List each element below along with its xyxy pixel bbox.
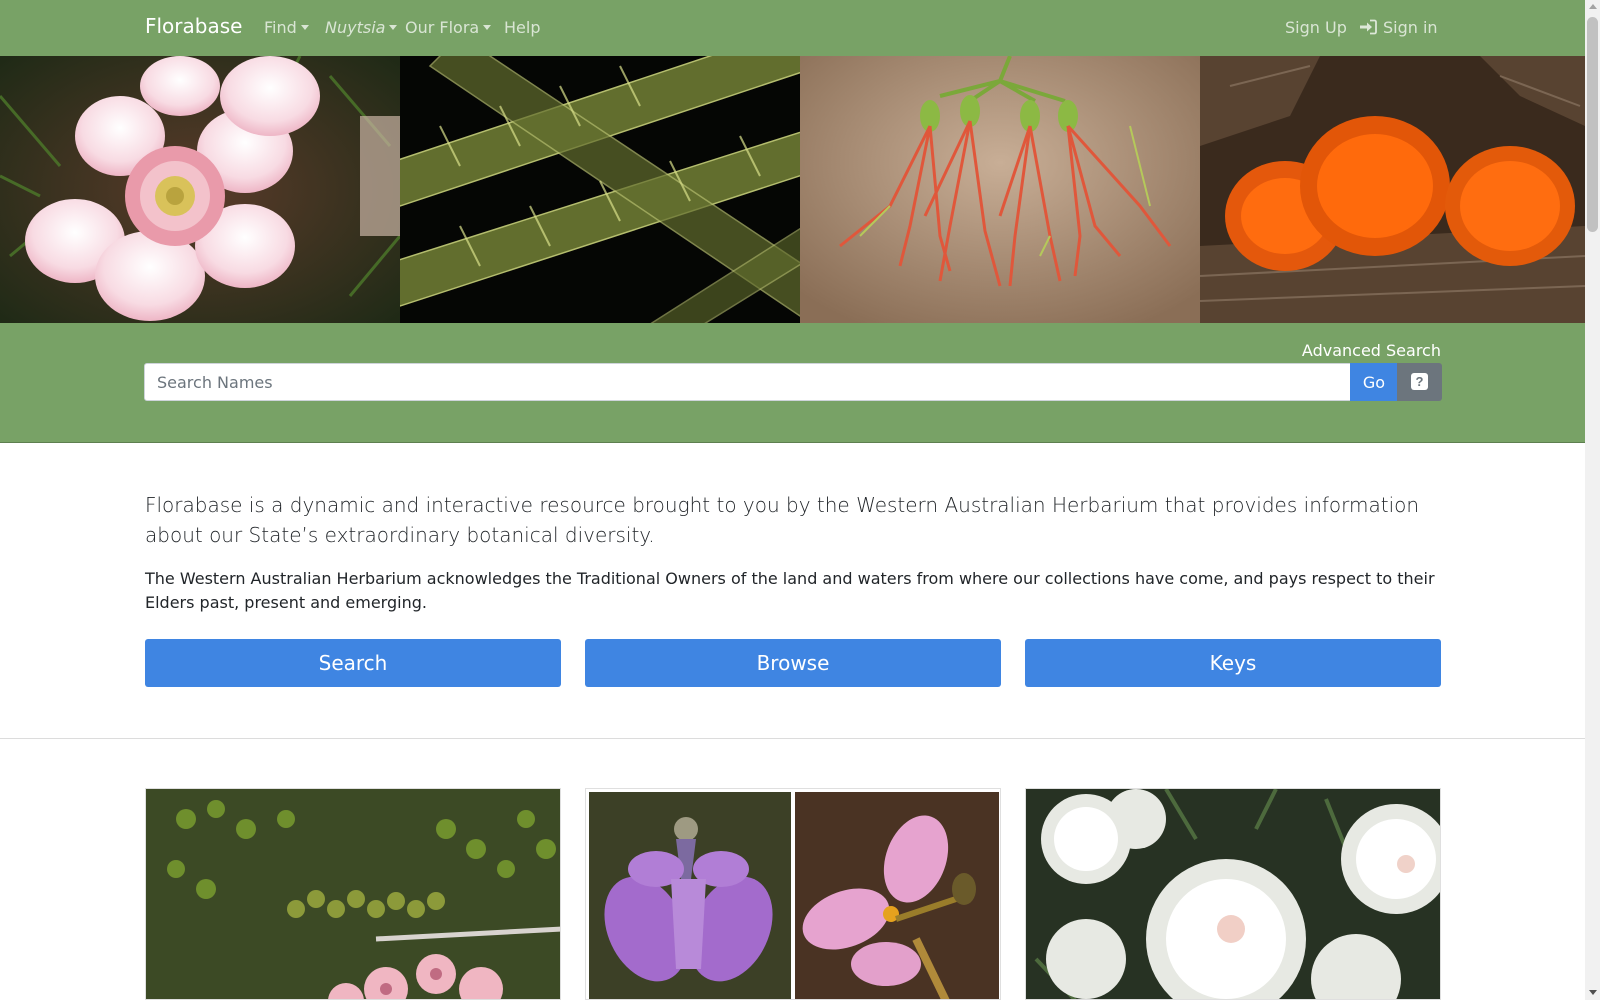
search-button[interactable]: Search — [145, 639, 561, 687]
scrollbar-thumb[interactable] — [1587, 17, 1598, 232]
nav-nuytsia-label: Nuytsia — [325, 18, 386, 37]
acknowledgement-text: The Western Australian Herbarium acknowl… — [145, 569, 1435, 612]
hero-image-red-hanging-flowers — [800, 56, 1200, 323]
feature-image-white-flowers — [1026, 789, 1440, 999]
nav-find-dropdown[interactable]: Find — [264, 18, 309, 37]
feature-image-purple-orchids — [586, 789, 1000, 999]
caret-down-icon — [389, 25, 398, 30]
section-divider — [0, 738, 1585, 739]
keys-button[interactable]: Keys — [1025, 639, 1441, 687]
nav-nuytsia-dropdown[interactable]: Nuytsia — [325, 18, 398, 37]
search-band: Advanced Search Go ? — [0, 323, 1585, 443]
search-help-button[interactable]: ? — [1397, 363, 1442, 401]
nav-our-flora-label: Our Flora — [405, 18, 480, 37]
feature-image-green-leaves-pink-flowers — [146, 789, 560, 999]
question-square-icon: ? — [1411, 373, 1428, 390]
feature-card-1[interactable] — [145, 788, 561, 1000]
sign-in-label: Sign in — [1383, 18, 1438, 37]
top-navbar: Florabase Find Nuytsia Our Flora Help Si… — [0, 0, 1585, 56]
feature-card-3[interactable] — [1025, 788, 1441, 1000]
hero-banner — [0, 56, 1585, 323]
hero-image-algae-filaments — [400, 56, 800, 323]
nav-our-flora-dropdown[interactable]: Our Flora — [405, 18, 492, 37]
brand-logo-link[interactable]: Florabase — [145, 14, 242, 38]
sign-in-link[interactable]: Sign in — [1359, 18, 1438, 37]
go-button[interactable]: Go — [1350, 363, 1398, 401]
hero-image-pink-flower — [0, 56, 400, 323]
nav-help-link[interactable]: Help — [504, 18, 540, 37]
hero-image-orange-fungi — [1200, 56, 1585, 323]
browse-button[interactable]: Browse — [585, 639, 1001, 687]
sign-in-icon — [1360, 19, 1377, 35]
sign-up-link[interactable]: Sign Up — [1285, 18, 1347, 37]
feature-card-2[interactable] — [585, 788, 1001, 1000]
advanced-search-link[interactable]: Advanced Search — [1302, 341, 1441, 360]
caret-down-icon — [300, 25, 309, 30]
page-scrollbar[interactable] — [1585, 0, 1600, 1000]
scroll-up-arrow-icon[interactable] — [1589, 4, 1597, 9]
nav-find-label: Find — [264, 18, 297, 37]
scroll-down-arrow-icon[interactable] — [1589, 990, 1597, 995]
search-names-input[interactable] — [144, 363, 1351, 401]
intro-lead-text: Florabase is a dynamic and interactive r… — [145, 493, 1420, 547]
caret-down-icon — [483, 25, 492, 30]
